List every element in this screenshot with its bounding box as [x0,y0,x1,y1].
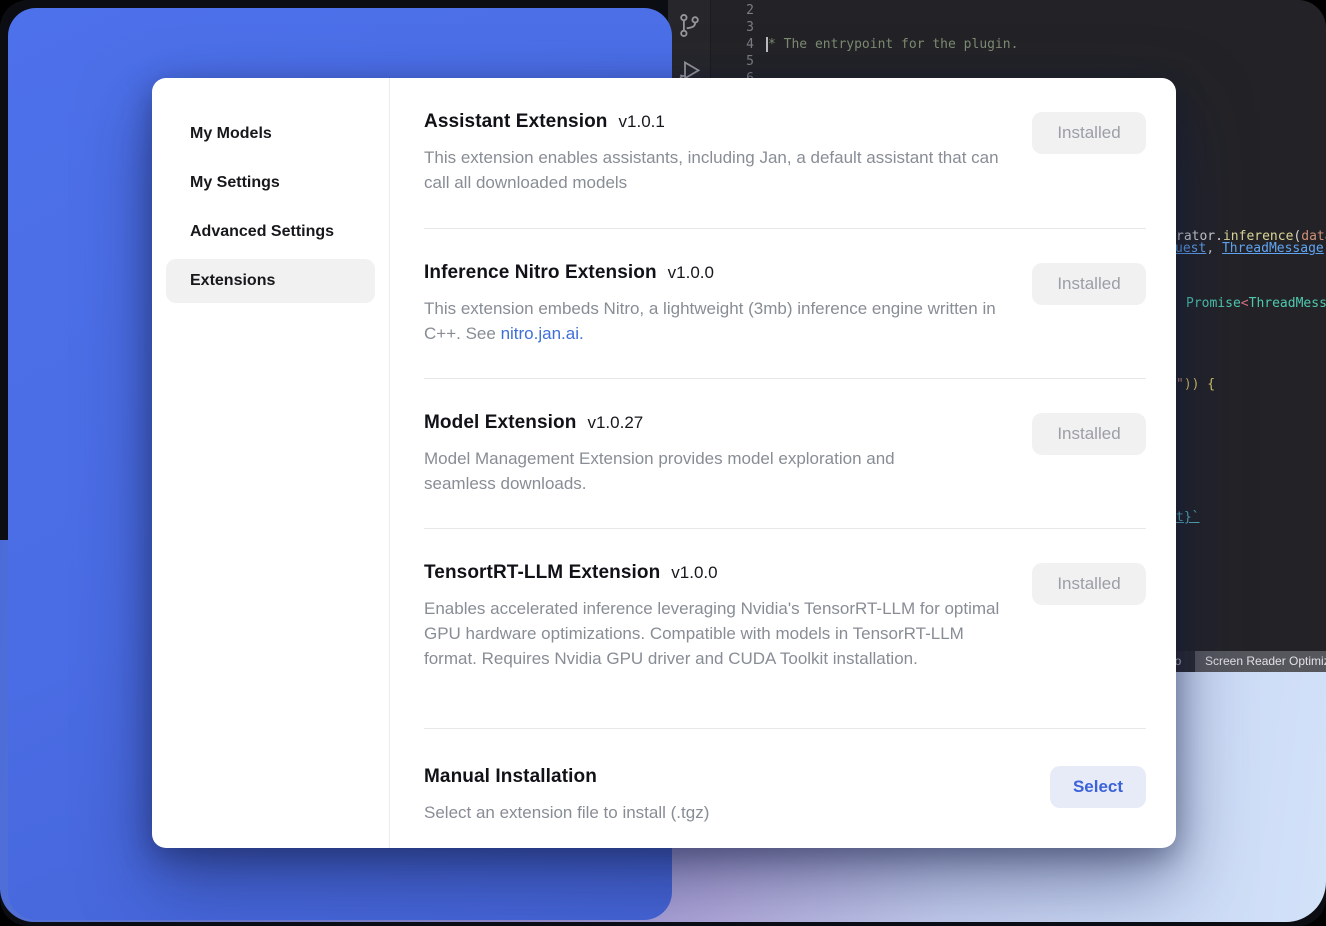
installed-button[interactable]: Installed [1032,413,1146,455]
sidebar-item-label: Advanced Settings [190,223,334,241]
extension-info: TensortRT-LLM Extension v1.0.0 Enables a… [424,559,1016,671]
code-fragment-promise: Promise<ThreadMessage> [1186,296,1326,311]
extension-info: Inference Nitro Extension v1.0.0 This ex… [424,259,1009,346]
extension-info: Model Extension v1.0.27 Model Management… [424,409,944,496]
sidebar-item-extensions[interactable]: Extensions [166,259,375,303]
code-fragment-template-end: t}` [1176,510,1199,525]
extension-description: This extension embeds Nitro, a lightweig… [424,296,1009,346]
settings-sidebar: My Models My Settings Advanced Settings … [152,78,390,848]
nitro-jan-ai-link[interactable]: nitro.jan.ai. [501,324,584,343]
sidebar-item-my-models[interactable]: My Models [166,112,375,156]
code-line-2: * The entrypoint for the plugin. [768,36,1326,53]
manual-installation-description: Select an extension file to install (.tg… [424,800,709,825]
extension-version: v1.0.0 [668,259,714,287]
extension-row-assistant: Assistant Extension v1.0.1 This extensio… [424,78,1146,228]
extension-title: TensortRT-LLM Extension [424,559,660,587]
sidebar-item-advanced-settings[interactable]: Advanced Settings [166,210,375,254]
extension-row-model: Model Extension v1.0.27 Model Management… [424,378,1146,528]
extension-description: Enables accelerated inference leveraging… [424,596,1016,671]
extension-version: v1.0.27 [587,409,643,437]
installed-button[interactable]: Installed [1032,112,1146,154]
sidebar-item-label: My Settings [190,174,280,192]
extension-title: Model Extension [424,409,576,437]
extension-info: Assistant Extension v1.0.1 This extensio… [424,108,1009,195]
sidebar-item-label: My Models [190,125,272,143]
sidebar-item-my-settings[interactable]: My Settings [166,161,375,205]
extension-title: Assistant Extension [424,108,608,136]
editor-line-numbers: 2 3 4 5 6 [728,0,754,87]
sidebar-item-label: Extensions [190,272,275,290]
installed-button[interactable]: Installed [1032,263,1146,305]
extension-version: v1.0.1 [619,108,665,136]
screen-reader-status-item[interactable]: Screen Reader Optimized [1195,651,1326,672]
desktop-screen: 2 3 4 5 6 * The entrypoint for the plugi… [0,0,1326,926]
extension-title: Inference Nitro Extension [424,259,657,287]
extensions-list: Assistant Extension v1.0.1 This extensio… [390,78,1176,848]
extension-row-tensorrt-llm: TensortRT-LLM Extension v1.0.0 Enables a… [424,528,1146,728]
extension-version: v1.0.0 [671,559,717,587]
code-fragment-brace: ")) { [1176,377,1215,392]
code-fragment-inference: rator.inference(data)); [1176,229,1326,244]
extension-description: Model Management Extension provides mode… [424,446,944,496]
manual-installation-info: Manual Installation Select an extension … [424,763,709,825]
settings-modal: My Models My Settings Advanced Settings … [152,78,1176,848]
extension-description: This extension enables assistants, inclu… [424,145,1009,195]
extension-row-inference-nitro: Inference Nitro Extension v1.0.0 This ex… [424,228,1146,378]
installed-button[interactable]: Installed [1032,563,1146,605]
source-control-icon[interactable] [676,12,703,39]
manual-installation-row: Manual Installation Select an extension … [424,728,1146,848]
select-file-button[interactable]: Select [1050,766,1146,808]
manual-installation-title: Manual Installation [424,763,597,791]
